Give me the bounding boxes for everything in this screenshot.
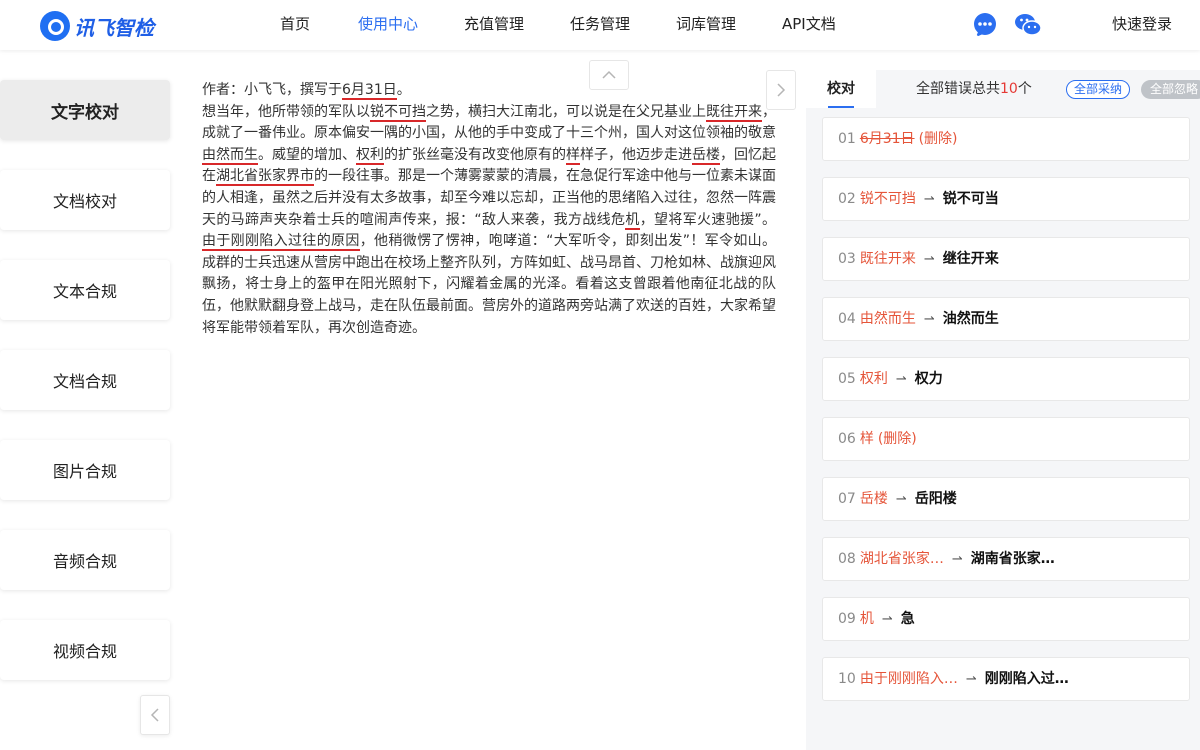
text-segment: 。 [396,82,411,98]
suggested-text: 权力 [914,371,943,387]
error-highlight[interactable]: 岳楼 [692,146,720,165]
arrow-icon: ⇀ [951,552,963,567]
sidebar-item-text-proofread[interactable]: 文字校对 [0,80,170,140]
correction-number: 03 [838,251,856,267]
error-highlight[interactable]: 由于刚刚陷入过往的原因 [202,233,360,252]
suggested-text: 湖南省张家… [970,551,1055,567]
quick-login-link[interactable]: 快速登录 [1112,0,1172,48]
correction-item[interactable]: 03 既往开来 ⇀ 继往开来 [822,237,1190,281]
error-highlight[interactable]: 6月31日 [342,82,397,100]
correction-item[interactable]: 07 岳楼 ⇀ 岳阳楼 [822,477,1190,521]
wrong-text: 由然而生 [859,311,916,327]
correction-number: 05 [838,371,856,387]
suggested-text: 岳阳楼 [914,491,957,507]
chat-bubble-icon[interactable] [972,12,998,38]
delete-suggestion: (删除) [877,431,917,447]
error-highlight[interactable]: 湖北省张家界市 [216,168,314,187]
text-segment: 样子，他迈步走进 [580,146,692,163]
arrow-icon: ⇀ [923,312,935,327]
wrong-text: 湖北省张家… [859,551,944,567]
nav-home[interactable]: 首页 [280,0,310,50]
collapse-sidebar-button[interactable] [140,695,170,735]
correction-item[interactable]: 09 机 ⇀ 急 [822,597,1190,641]
wrong-text: 样 [859,431,874,447]
error-highlight[interactable]: 由然而生 [202,146,258,165]
correction-item[interactable]: 06 样 (删除) [822,417,1190,461]
wrong-text: 由于刚刚陷入… [859,671,958,687]
correction-number: 06 [838,431,856,447]
text-segment: ，望将军火速驰援”。 [639,211,776,228]
correction-item[interactable]: 04 由然而生 ⇀ 油然而生 [822,297,1190,341]
tab-proofread[interactable]: 校对 [806,70,876,108]
sidebar-item-image-compliance[interactable]: 图片合规 [0,440,170,500]
wrong-text: 岳楼 [859,491,888,507]
logo-icon [40,11,70,41]
wrong-text: 既往开来 [859,251,916,267]
text-segment: 的扩张丝毫没有改变他原有的 [384,146,566,163]
text-segment: 之势，横扫大江南北，可以说是在父兄基业上 [426,103,706,120]
sidebar-item-text-compliance[interactable]: 文本合规 [0,260,170,320]
suggested-text: 锐不可当 [942,191,999,207]
chevron-right-icon [777,83,786,97]
wrong-text: 锐不可挡 [859,191,916,207]
sidebar-item-audio-compliance[interactable]: 音频合规 [0,530,170,590]
error-highlight[interactable]: 锐不可挡 [370,103,426,122]
arrow-icon: ⇀ [881,612,893,627]
nav-api-docs[interactable]: API文档 [782,0,836,50]
error-highlight[interactable]: 既往开来 [706,103,762,122]
suggested-text: 刚刚陷入过… [984,671,1069,687]
wrong-text: 权利 [859,371,888,387]
correction-item[interactable]: 08 湖北省张家… ⇀ 湖南省张家… [822,537,1190,581]
error-highlight[interactable]: 机 [625,211,640,230]
correction-number: 01 [838,131,856,147]
correction-number: 07 [838,491,856,507]
suggested-text: 急 [900,611,915,627]
sidebar-item-doc-compliance[interactable]: 文档合规 [0,350,170,410]
nav-usage-center[interactable]: 使用中心 [358,0,418,50]
correction-number: 09 [838,611,856,627]
toggle-panel-button[interactable] [766,70,796,110]
arrow-icon: ⇀ [923,192,935,207]
sidebar-item-video-compliance[interactable]: 视频合规 [0,620,170,680]
delete-suggestion: (删除) [918,131,958,147]
suggested-text: 继往开来 [942,251,999,267]
text-segment: 。威望的增加、 [258,146,356,163]
arrow-icon: ⇀ [965,672,977,687]
sidebar-item-doc-proofread[interactable]: 文档校对 [0,170,170,230]
arrow-icon: ⇀ [895,492,907,507]
correction-number: 04 [838,311,856,327]
correction-item[interactable]: 01 6月31日 (删除) [822,117,1190,161]
correction-panel [806,70,1200,750]
proofread-text-area[interactable]: 作者：小飞飞，撰写于6月31日。想当年，他所带领的军队以锐不可挡之势，横扫大江南… [202,80,776,339]
wrong-text: 机 [859,611,874,627]
wrong-text: 6月31日 [859,131,915,147]
text-segment: 作者：小飞飞，撰写于 [202,82,342,98]
chevron-left-icon [150,708,159,722]
correction-number: 10 [838,671,856,687]
correction-item[interactable]: 05 权利 ⇀ 权力 [822,357,1190,401]
error-highlight[interactable]: 权利 [356,146,384,165]
arrow-icon: ⇀ [923,252,935,267]
correction-number: 02 [838,191,856,207]
correction-number: 08 [838,551,856,567]
suggested-text: 油然而生 [942,311,999,327]
logo[interactable]: 讯飞智检 [40,10,154,42]
error-total-suffix: 个 [1017,81,1032,97]
error-highlight[interactable]: 样 [566,146,580,165]
correction-item[interactable]: 10 由于刚刚陷入… ⇀ 刚刚陷入过… [822,657,1190,701]
nav-tasks[interactable]: 任务管理 [570,0,630,50]
accept-all-button[interactable]: 全部采纳 [1066,80,1130,99]
error-total-prefix: 全部错误总共 [916,81,1000,97]
top-header: 讯飞智检 首页 使用中心 充值管理 任务管理 词库管理 API文档 快速登录 [0,0,1200,50]
error-total: 全部错误总共10个 [916,70,1032,108]
wechat-icon[interactable] [1014,12,1042,38]
text-segment: 想当年，他所带领的军队以 [202,103,370,120]
nav-lexicon[interactable]: 词库管理 [676,0,736,50]
arrow-icon: ⇀ [895,372,907,387]
ignore-all-button[interactable]: 全部忽略 [1141,80,1200,99]
nav-recharge[interactable]: 充值管理 [464,0,524,50]
correction-item[interactable]: 02 锐不可挡 ⇀ 锐不可当 [822,177,1190,221]
logo-text: 讯飞智检 [74,15,154,40]
error-total-count: 10 [1000,81,1018,97]
